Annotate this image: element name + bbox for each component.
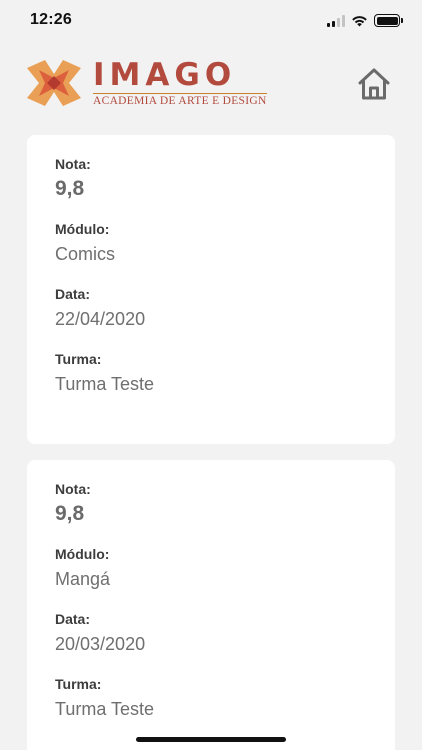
class-label: Turma: xyxy=(55,351,102,367)
date-label: Data: xyxy=(55,611,91,627)
class-label: Turma: xyxy=(55,676,102,692)
class-value: Turma Teste xyxy=(55,699,155,719)
class-value: Turma Teste xyxy=(55,374,155,394)
home-icon[interactable] xyxy=(355,66,393,102)
status-bar: 12:26 xyxy=(0,0,422,44)
module-value: Comics xyxy=(55,244,116,264)
module-label: Módulo: xyxy=(55,221,110,237)
logo-mark-icon xyxy=(27,60,81,106)
wifi-icon xyxy=(352,15,367,26)
home-indicator[interactable] xyxy=(136,737,286,742)
app-header: IMAGO ACADEMIA DE ARTE E DESIGN xyxy=(0,52,422,112)
status-time: 12:26 xyxy=(30,11,72,28)
grade-value: 9,8 xyxy=(55,177,85,200)
grade-label: Nota: xyxy=(55,156,91,172)
date-value: 20/03/2020 xyxy=(55,634,146,654)
date-value: 22/04/2020 xyxy=(55,309,146,329)
date-label: Data: xyxy=(55,286,91,302)
status-icons xyxy=(327,14,403,27)
module-value: Mangá xyxy=(55,569,111,589)
battery-icon xyxy=(374,14,403,27)
imago-logo: IMAGO ACADEMIA DE ARTE E DESIGN xyxy=(27,60,267,107)
logo-title: IMAGO xyxy=(93,57,237,93)
grade-value: 9,8 xyxy=(55,502,85,525)
cellular-signal-icon xyxy=(327,14,345,27)
grade-label: Nota: xyxy=(55,481,91,497)
grade-card: Nota: 9,8 Módulo: Comics Data: 22/04/202… xyxy=(27,135,395,444)
logo-subtitle: ACADEMIA DE ARTE E DESIGN xyxy=(93,93,267,107)
module-label: Módulo: xyxy=(55,546,110,562)
grade-card: Nota: 9,8 Módulo: Mangá Data: 20/03/2020… xyxy=(27,460,395,750)
